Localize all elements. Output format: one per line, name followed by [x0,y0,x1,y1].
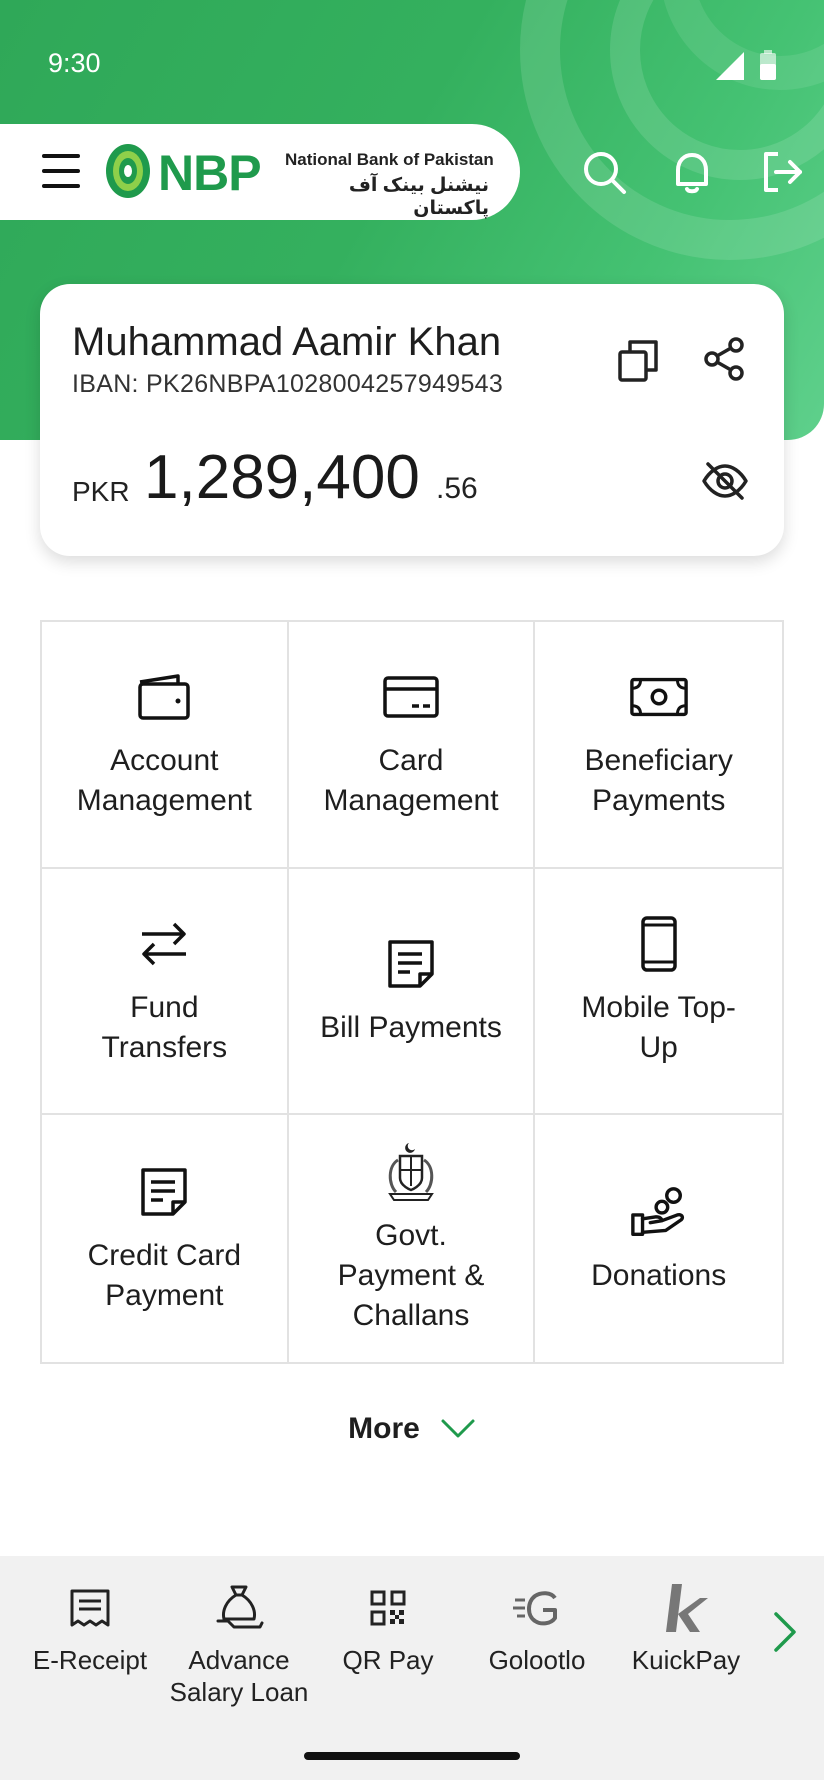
quick-advance-salary-loan[interactable]: Advance Salary Loan [164,1580,314,1708]
tile-label: Mobile Top- Up [581,990,736,1064]
credit-card-bill-icon [134,1162,194,1222]
balance-currency: PKR [72,476,130,507]
transfer-arrows-icon [134,914,194,974]
balance-decimals: .56 [436,472,478,505]
status-time: 9:30 [48,48,101,78]
tile-label: Bill Payments [320,1010,502,1044]
tile-label: Card Management [323,744,499,818]
quick-label: KuickPay [631,1645,741,1675]
services-grid: Account Management Card Management Benef… [40,620,784,1364]
tile-fund-transfers[interactable]: Fund Transfers [42,868,289,1116]
search-icon[interactable] [580,148,628,196]
golootlo-logo [509,1580,565,1636]
tile-label: Fund Transfers [101,990,228,1064]
tile-mobile-top-up[interactable]: Mobile Top- Up [535,869,782,1116]
quick-golootlo[interactable]: Golootlo [462,1580,612,1676]
chevron-right-icon[interactable] [770,1610,800,1654]
quick-actions-bar: E-Receipt Advance Salary Loan QR Pay Gol… [0,1556,824,1780]
quick-e-receipt[interactable]: E-Receipt [15,1580,165,1676]
quick-label: Golootlo [488,1645,586,1675]
status-icons [716,50,776,80]
tile-label: Govt. Payment & Challans [337,1218,485,1332]
nbp-logo-mark [106,144,150,198]
logout-icon[interactable] [758,148,806,196]
brand-bar: NBP National Bank of Pakistan نیشنل بینک… [0,124,520,220]
receipt-icon [62,1580,118,1636]
tile-label: Beneficiary Payments [584,744,733,818]
tile-govt-payment-challans[interactable]: Govt. Payment & Challans [289,1115,536,1362]
tile-label: Credit Card Payment [87,1238,242,1312]
kuickpay-logo [658,1580,714,1636]
eye-off-icon[interactable] [700,456,750,506]
signal-icon [716,52,744,80]
quick-qr-pay[interactable]: QR Pay [313,1580,463,1676]
mobile-icon [629,914,689,974]
donation-hand-icon [629,1182,689,1242]
tile-donations[interactable]: Donations [535,1115,782,1362]
tile-card-management[interactable]: Card Management [288,622,536,869]
tile-account-management[interactable]: Account Management [42,622,289,869]
tile-beneficiary-payments[interactable]: Beneficiary Payments [535,622,782,869]
balance-amount: 1,289,400 [144,443,420,512]
wallet-icon [134,667,194,727]
tile-credit-card-payment[interactable]: Credit Card Payment [42,1115,289,1362]
home-indicator[interactable] [304,1752,520,1760]
quick-kuickpay[interactable]: KuickPay [611,1580,761,1676]
account-holder-name: Muhammad Aamir Khan [72,320,502,364]
account-iban: IBAN: PK26NBPA1028004257949543 [72,370,504,398]
quick-label: E-Receipt [32,1645,148,1675]
bank-name-en: National Bank of Pakistan [285,150,494,169]
qr-code-icon [360,1580,416,1636]
tile-bill-payments[interactable]: Bill Payments [288,868,536,1116]
card-icon [381,667,441,727]
tile-label: Donations [591,1258,727,1292]
more-label: More [348,1412,420,1445]
tile-label: Account Management [76,744,252,818]
more-toggle[interactable]: More [0,1412,824,1446]
copy-icon[interactable] [616,338,662,384]
nbp-logo-text: NBP [158,145,262,201]
menu-icon[interactable] [42,154,80,188]
bill-icon [381,934,441,994]
quick-label: QR Pay [342,1645,434,1675]
banknote-icon [629,667,689,727]
bell-icon[interactable] [668,148,716,196]
battery-icon [760,50,776,80]
money-bag-icon [211,1580,267,1636]
bank-name-ur: نیشنل بینک آف پاکستان [348,175,489,219]
govt-emblem-icon [381,1142,441,1202]
share-icon[interactable] [702,336,748,382]
chevron-down-icon [441,1419,475,1438]
account-card: Muhammad Aamir Khan IBAN: PK26NBPA102800… [40,284,784,556]
quick-label: Advance Salary Loan [169,1645,309,1707]
